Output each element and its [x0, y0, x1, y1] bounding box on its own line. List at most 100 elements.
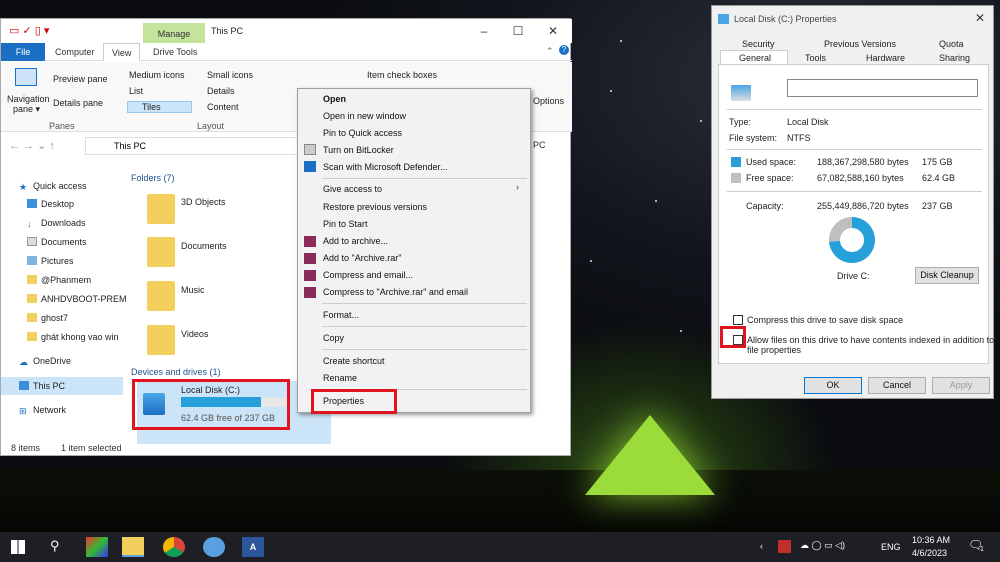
- tab-tools[interactable]: Tools: [805, 53, 826, 63]
- cloud-icon: ☁: [19, 357, 28, 367]
- windows-start-icon[interactable]: [11, 540, 25, 554]
- folder-icon: [27, 332, 37, 341]
- navigation-pane-button[interactable]: Navigation: [7, 94, 50, 104]
- menu-add-archive-rar[interactable]: Add to "Archive.rar": [323, 250, 401, 267]
- menu-format[interactable]: Format...: [323, 307, 359, 324]
- navigation-pane-icon[interactable]: [15, 68, 37, 86]
- bluestacks-icon[interactable]: [86, 537, 108, 557]
- tab-drive-tools[interactable]: Drive Tools: [145, 43, 205, 61]
- tray-app-icon[interactable]: [778, 540, 791, 553]
- menu-pin-quick-access[interactable]: Pin to Quick access: [323, 125, 402, 142]
- nav-folder-ghost7[interactable]: ghost7: [27, 313, 68, 323]
- clock-time[interactable]: 10:36 AM: [912, 535, 950, 545]
- menu-bitlocker[interactable]: Turn on BitLocker: [323, 142, 394, 159]
- folder-icon: [27, 294, 37, 303]
- dialog-close-icon[interactable]: ✕: [975, 11, 985, 25]
- computer-icon: [19, 381, 29, 390]
- menu-create-shortcut[interactable]: Create shortcut: [323, 353, 385, 370]
- maximize-button[interactable]: ☐: [501, 22, 535, 40]
- close-button[interactable]: ✕: [536, 22, 570, 40]
- ok-button[interactable]: OK: [804, 377, 862, 394]
- tab-sharing[interactable]: Sharing: [939, 53, 970, 63]
- menu-rename[interactable]: Rename: [323, 370, 357, 387]
- nav-folder-phanmem[interactable]: @Phanmem: [27, 275, 91, 285]
- menu-give-access[interactable]: Give access to: [323, 181, 382, 198]
- status-selected: 1 item selected: [61, 443, 122, 453]
- options-button[interactable]: Options: [533, 96, 564, 106]
- nav-folder-anhdvboot[interactable]: ANHDVBOOT-PREM: [27, 294, 127, 304]
- back-forward-icons[interactable]: ← → ⌄ ↑: [9, 139, 55, 152]
- menu-copy[interactable]: Copy: [323, 330, 344, 347]
- menu-open[interactable]: Open: [323, 91, 346, 108]
- nav-folder-ghat[interactable]: ghát khong vao win: [27, 332, 119, 342]
- cancel-button[interactable]: Cancel: [868, 377, 926, 394]
- type-value: Local Disk: [787, 117, 829, 127]
- details-pane-button[interactable]: Details pane: [53, 98, 103, 108]
- item-check-boxes[interactable]: Item check boxes: [367, 70, 437, 80]
- folder-music[interactable]: Music: [181, 285, 205, 295]
- chevron-up-icon[interactable]: ⌃: [546, 46, 554, 57]
- navigation-pane-dropdown[interactable]: pane ▾: [13, 104, 40, 115]
- network-icon: ⊞: [19, 406, 27, 416]
- capacity-gb: 237 GB: [922, 201, 953, 211]
- language-indicator[interactable]: ENG: [881, 542, 901, 552]
- preview-pane-button[interactable]: Preview pane: [53, 74, 108, 84]
- help-icon[interactable]: ?: [559, 45, 569, 55]
- compress-checkbox[interactable]: [733, 315, 743, 325]
- view-small-icons[interactable]: Small icons: [207, 70, 253, 80]
- view-medium-icons[interactable]: Medium icons: [129, 70, 185, 80]
- minimize-button[interactable]: –: [467, 22, 501, 40]
- folder-icon: [27, 275, 37, 284]
- nav-documents[interactable]: Documents: [27, 237, 87, 247]
- nav-quick-access[interactable]: ★ Quick access: [19, 181, 87, 192]
- tab-quota[interactable]: Quota: [939, 39, 964, 49]
- view-tiles[interactable]: Tiles: [127, 101, 192, 113]
- folder-3d-objects[interactable]: 3D Objects: [181, 197, 226, 207]
- clock-date[interactable]: 4/6/2023: [912, 548, 947, 558]
- chrome-icon[interactable]: [163, 537, 185, 557]
- tab-file[interactable]: File: [1, 43, 45, 61]
- status-item-count: 8 items: [11, 443, 41, 453]
- file-explorer-icon[interactable]: [122, 537, 144, 557]
- folder-videos[interactable]: Videos: [181, 329, 208, 339]
- nav-network[interactable]: ⊞ Network: [19, 405, 66, 416]
- menu-restore-versions[interactable]: Restore previous versions: [323, 199, 427, 216]
- view-content[interactable]: Content: [207, 102, 239, 112]
- tab-security[interactable]: Security: [742, 39, 775, 49]
- text-app-icon[interactable]: A: [242, 537, 264, 557]
- nav-this-pc[interactable]: This PC: [1, 377, 123, 395]
- tray-icons[interactable]: ☁ ◯ ▭ ◁): [800, 540, 845, 551]
- menu-open-new-window[interactable]: Open in new window: [323, 108, 406, 125]
- tab-computer[interactable]: Computer: [47, 43, 103, 61]
- nav-pictures[interactable]: Pictures: [27, 256, 74, 266]
- quick-access-toolbar-icons[interactable]: ▭ ✓ ▯ ▾: [9, 24, 49, 37]
- tab-hardware[interactable]: Hardware: [866, 53, 905, 63]
- apply-button[interactable]: Apply: [932, 377, 990, 394]
- view-details[interactable]: Details: [207, 86, 235, 96]
- index-label-line1: Allow files on this drive to have conten…: [747, 335, 995, 345]
- app-icon[interactable]: [203, 537, 225, 557]
- menu-add-archive[interactable]: Add to archive...: [323, 233, 388, 250]
- nav-downloads[interactable]: ↓ Downloads: [27, 218, 86, 229]
- tab-view[interactable]: View: [103, 43, 141, 61]
- folder-documents[interactable]: Documents: [181, 241, 227, 251]
- menu-compress-email[interactable]: Compress and email...: [323, 267, 413, 284]
- folders-section-header[interactable]: Folders (7): [131, 173, 175, 183]
- fs-label: File system:: [729, 133, 778, 143]
- menu-pin-start[interactable]: Pin to Start: [323, 216, 368, 233]
- devices-section-header[interactable]: Devices and drives (1): [131, 367, 221, 377]
- menu-compress-rar-email[interactable]: Compress to "Archive.rar" and email: [323, 284, 468, 301]
- disk-cleanup-button[interactable]: Disk Cleanup: [915, 267, 979, 284]
- manage-tab[interactable]: Manage: [143, 23, 205, 43]
- tray-chevron-icon[interactable]: ‹: [760, 541, 763, 551]
- nav-desktop[interactable]: Desktop: [27, 199, 74, 209]
- menu-scan-defender[interactable]: Scan with Microsoft Defender...: [323, 159, 448, 176]
- view-list[interactable]: List: [129, 86, 143, 96]
- search-icon[interactable]: ⚲: [50, 538, 60, 554]
- tab-previous-versions[interactable]: Previous Versions: [824, 39, 896, 49]
- navigation-pane: ★ Quick access Desktop ↓ Downloads Documen…: [1, 159, 127, 439]
- nav-onedrive[interactable]: ☁ OneDrive: [19, 356, 71, 367]
- winrar-icon: [304, 253, 316, 264]
- drive-label-input[interactable]: [787, 79, 978, 97]
- tab-general[interactable]: General: [720, 50, 789, 65]
